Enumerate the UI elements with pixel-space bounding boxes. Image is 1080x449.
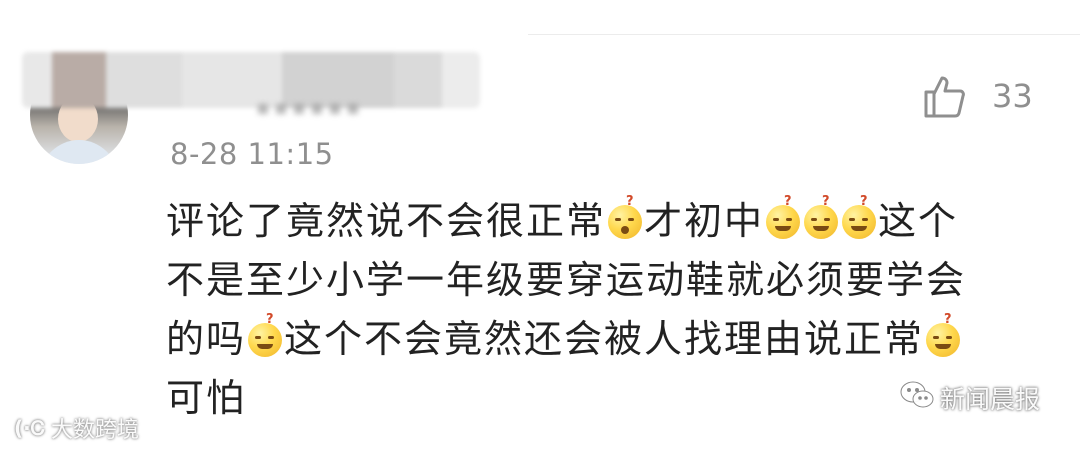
username-blur-residue [258,104,366,114]
top-divider [528,34,1080,35]
watermark-right: 新闻晨报 [900,380,1040,416]
emoji-question-mark: ? [944,312,952,327]
comment-text-segment: 不是至少小学一年级要穿运动鞋就必须要学会 [166,258,967,302]
thumbs-up-icon[interactable] [920,72,968,120]
emoji-question-mark: ? [626,194,634,209]
grinning-sweat-emoji: ? [766,195,801,239]
avatar-shirt [40,140,118,164]
watermark-left: (·Ꮯ 大数跨境 [14,412,139,444]
emoji-question-mark: ? [822,194,830,209]
like-button[interactable]: 33 [920,68,1050,124]
puzzled-face-emoji: ? [608,195,643,239]
watermark-right-text: 新闻晨报 [940,385,1041,414]
grinning-sweat-emoji: ? [248,313,283,357]
comment-text-segment: 评论了竟然说不会很正常 [166,199,607,243]
comment-line: 不是至少小学一年级要穿运动鞋就必须要学会 [166,251,1056,310]
comment-text-segment: 可怕 [166,376,247,420]
grinning-sweat-emoji: ? [926,313,961,357]
watermark-logo-icon: (·Ꮯ [14,416,45,440]
grinning-sweat-emoji: ? [842,195,877,239]
wechat-icon [900,380,940,416]
grinning-sweat-emoji: ? [804,195,839,239]
username-blurred[interactable] [22,52,480,108]
comment-text-segment: 的吗 [166,317,247,361]
comment-line: 的吗? 这个不会竟然还会被人找理由说正常? [166,310,1056,369]
comment-text-segment: 这个不会竟然还会被人找理由说正常 [284,317,925,361]
comment-text-segment: 这个 [878,199,959,243]
comment-timestamp: 8-28 11:15 [170,137,334,171]
like-count: 33 [992,77,1033,115]
emoji-question-mark: ? [266,312,274,327]
watermark-left-text: 大数跨境 [50,418,139,443]
emoji-question-mark: ? [860,194,868,209]
comment-text-segment: 才初中 [644,199,765,243]
comment-line: 评论了竟然说不会很正常? 才初中??? 这个 [166,192,1056,251]
emoji-question-mark: ? [784,194,792,209]
